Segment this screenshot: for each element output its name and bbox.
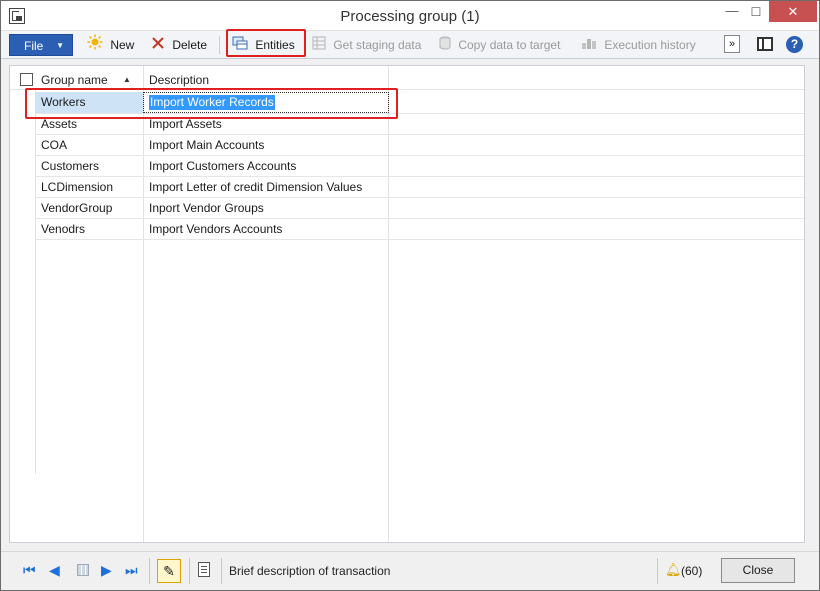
description-cell[interactable]: Import Letter of credit Dimension Values [144,177,390,198]
group-name-cell[interactable]: COA [35,135,143,156]
description-cell[interactable]: Import Main Accounts [144,135,390,156]
column-header-group-name[interactable]: Group name [41,73,108,87]
copy-data-to-target-label: Copy data to target [458,38,561,52]
file-menu-button[interactable]: File ▼ [9,34,73,56]
bell-icon[interactable]: 🔔︎ [665,562,682,578]
get-staging-data-label: Get staging data [333,38,422,52]
file-label: File [24,39,44,53]
description-cell[interactable]: Import Vendors Accounts [144,219,390,240]
more-actions-button[interactable]: » [724,35,740,53]
title-bar: Processing group (1) — ☐ ✕ [1,1,819,31]
help-icon[interactable]: ? [786,36,803,53]
chevron-down-icon: ▼ [56,41,64,50]
grid-view-icon[interactable] [77,564,89,576]
group-name-cell[interactable]: VendorGroup [35,198,143,219]
execution-history-label: Execution history [604,38,696,52]
database-icon [439,35,451,57]
table-row[interactable]: COA Import Main Accounts [35,135,804,156]
entities-highlight-box [226,29,306,57]
close-button[interactable]: Close [721,558,795,583]
edit-mode-button[interactable]: ✎ [157,559,181,583]
action-pane: File ▼ New Delete Entities Get staging d… [1,31,819,59]
description-cell[interactable]: Inport Vendor Groups [144,198,390,219]
document-icon[interactable] [198,562,210,577]
group-name-cell[interactable]: Customers [35,156,143,177]
copy-data-to-target-button[interactable]: Copy data to target [439,34,560,56]
new-button[interactable]: New [87,34,134,56]
next-record-icon[interactable]: ▶ [101,562,112,579]
sort-ascending-icon: ▲ [123,75,131,84]
select-all-checkbox[interactable] [20,73,33,86]
execution-history-button[interactable]: Execution history [581,34,696,56]
sun-icon [87,34,103,57]
table-row[interactable]: VendorGroup Inport Vendor Groups [35,198,804,219]
delete-button[interactable]: Delete [151,34,207,56]
previous-record-icon[interactable]: ◀ [49,562,60,579]
group-name-cell[interactable]: LCDimension [35,177,143,198]
layout-toggle-icon[interactable] [757,37,773,51]
delete-label: Delete [172,38,208,52]
status-separator [149,558,150,584]
x-icon [151,35,165,57]
table-icon [312,35,326,57]
window-title: Processing group (1) [340,8,480,25]
table-row[interactable]: Customers Import Customers Accounts [35,156,804,177]
history-icon [581,35,597,57]
row-divider [35,239,804,240]
pencil-icon: ✎ [163,563,175,579]
last-record-icon[interactable]: ⏭ [125,562,138,579]
processing-group-window: Processing group (1) — ☐ ✕ File ▼ New De… [0,0,820,591]
close-window-button[interactable]: ✕ [769,1,817,22]
status-separator [189,558,190,584]
processing-group-grid: Group name ▲ Description Workers Import … [9,65,805,543]
toolbar-separator [219,36,220,54]
notification-count[interactable]: (60) [681,564,702,578]
grid-header: Group name ▲ Description [10,66,804,90]
column-header-description[interactable]: Description [149,73,209,87]
status-separator [221,558,222,584]
status-bar: ⏮ ◀ ▶ ⏭ ✎ Brief description of transacti… [1,551,819,590]
status-separator [657,558,658,584]
group-name-cell[interactable]: Venodrs [35,219,143,240]
first-record-icon[interactable]: ⏮ [23,562,36,579]
new-label: New [110,38,135,52]
table-row[interactable]: LCDimension Import Letter of credit Dime… [35,177,804,198]
description-cell[interactable]: Import Customers Accounts [144,156,390,177]
status-text: Brief description of transaction [229,564,391,578]
table-row[interactable]: Venodrs Import Vendors Accounts [35,219,804,240]
get-staging-data-button[interactable]: Get staging data [312,34,421,56]
maximize-button[interactable]: ☐ [741,5,771,27]
selected-row-highlight-box [25,88,398,119]
